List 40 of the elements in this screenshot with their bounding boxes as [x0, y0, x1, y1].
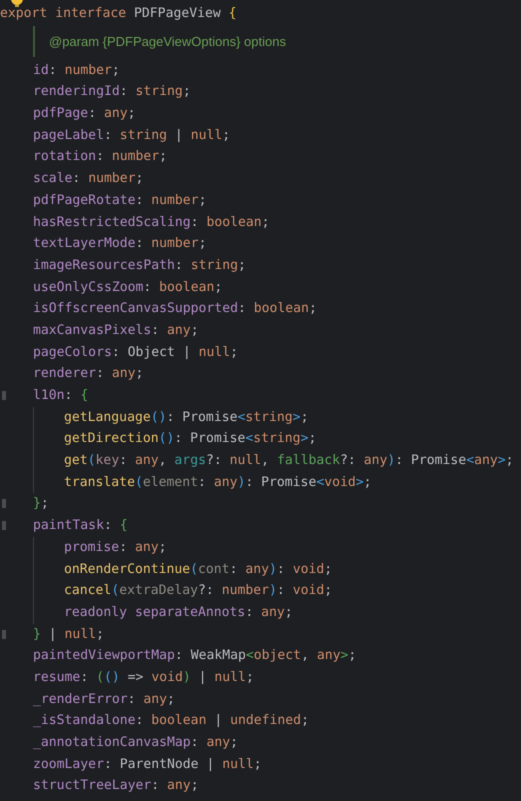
code-line: readonly separateAnnots: any; [64, 604, 293, 620]
code-line: rotation: number; [33, 149, 168, 164]
code-line: } | null; [33, 626, 104, 642]
code-line: pdfPageRotate: number; [33, 192, 206, 208]
fold-marker[interactable] [2, 391, 6, 400]
code-line: get(key: any, args?: null, fallback?: any): Promise<any>; [64, 453, 514, 468]
code-line: resume: (() => void) | null; [33, 670, 254, 685]
code-line: getDirection(): Promise<string>; [64, 431, 316, 446]
code-line: pageColors: Object | null; [33, 344, 238, 360]
code-line: paintedViewportMap: WeakMap<object, any>; [33, 648, 356, 664]
code-line: scale: number; [33, 171, 144, 186]
fold-marker[interactable] [2, 521, 6, 530]
code-line: _annotationCanvasMap: any; [33, 735, 238, 750]
code-line: id: number; [33, 62, 120, 78]
code-line: renderer: any; [33, 366, 144, 382]
code-line: promise: any; [64, 540, 167, 555]
code-line: translate(element: any): Promise<void>; [64, 474, 372, 490]
code-line: hasRestrictedScaling: boolean; [33, 214, 270, 230]
code-line: zoomLayer: ParentNode | null; [33, 756, 262, 772]
code-line: useOnlyCssZoom: boolean; [33, 280, 222, 295]
code-line: textLayerMode: number; [33, 236, 206, 252]
code-line: isOffscreenCanvasSupported: boolean; [33, 301, 317, 316]
code-line: }; [33, 496, 49, 512]
code-line: maxCanvasPixels: any; [33, 322, 199, 338]
code-line: _renderError: any; [33, 692, 175, 707]
code-line: getLanguage(): Promise<string>; [64, 410, 308, 425]
code-line: pageLabel: string | null; [33, 128, 230, 143]
code-line: export interface PDFPageView { [0, 6, 237, 21]
code-line: paintTask: { [33, 518, 128, 534]
fold-marker[interactable] [2, 499, 6, 508]
code-line: l10n: { [33, 388, 88, 403]
fold-marker[interactable] [2, 630, 6, 639]
doc-comment: @param {PDFPageViewOptions} options [33, 26, 521, 57]
code-line: pdfPage: any; [33, 106, 136, 122]
code-line: structTreeLayer: any; [33, 778, 199, 794]
code-line: cancel(extraDelay?: number): void; [64, 583, 332, 598]
code-line: onRenderContinue(cont: any): void; [64, 562, 332, 576]
code-line: _isStandalone: boolean | undefined; [33, 713, 309, 728]
code-line: imageResourcesPath: string; [33, 258, 246, 273]
code-line: renderingId: string; [33, 84, 191, 100]
